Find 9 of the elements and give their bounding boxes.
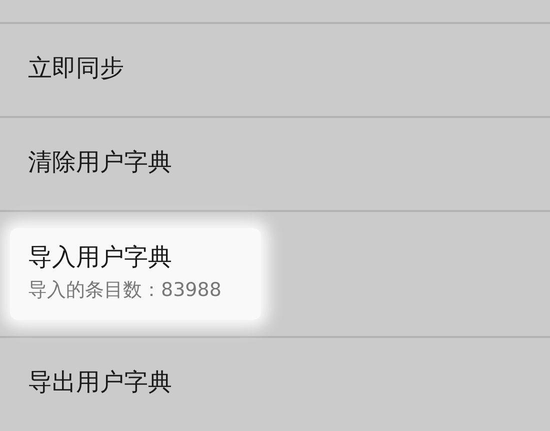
item-title: 导入用户字典 — [28, 242, 173, 272]
item-summary: 导入的条目数：83988 — [28, 278, 222, 302]
settings-item[interactable]: 清除用户字典 — [4, 133, 196, 195]
item-title: 导出用户字典 — [28, 367, 172, 397]
item-title: 立即同步 — [28, 53, 124, 83]
settings-item[interactable]: 导出用户字典 — [4, 353, 196, 415]
item-title: 清除用户字典 — [28, 147, 172, 177]
settings-item[interactable]: 立即同步 — [4, 39, 148, 101]
settings-item[interactable]: 导入用户字典 导入的条目数：83988 — [10, 228, 262, 320]
